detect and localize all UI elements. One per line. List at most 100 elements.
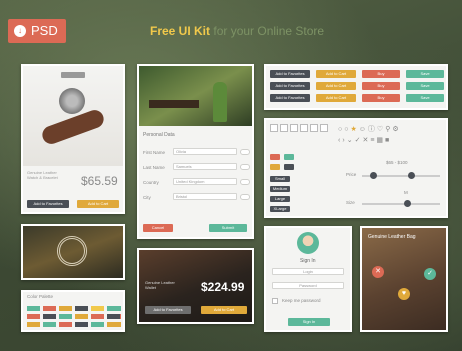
toggle[interactable]: [270, 154, 280, 160]
add-to-favorites-button[interactable]: Add to Favorites: [27, 200, 69, 208]
bag-title: Genuine Leather Bag: [368, 234, 416, 240]
bench-shape: [149, 100, 199, 108]
size-label: Size: [346, 200, 355, 205]
heart-icon[interactable]: ♡: [377, 126, 385, 133]
password-field[interactable]: Password: [272, 282, 344, 289]
price-slider-handle[interactable]: [408, 172, 415, 179]
first-name-field[interactable]: Olivia: [173, 148, 237, 155]
check-icon[interactable]: ✓: [424, 268, 436, 280]
country-check[interactable]: [240, 179, 250, 185]
wallet-caption: Genuine Leather Wallet: [145, 280, 175, 290]
checkbox[interactable]: [310, 124, 318, 132]
remember-checkbox[interactable]: [272, 298, 278, 304]
product-image: [23, 66, 123, 166]
city-label: City: [143, 195, 151, 200]
submit-button[interactable]: Submit: [209, 224, 247, 232]
swatch-row-1: [27, 306, 121, 311]
cart-button-2[interactable]: Add to Cart: [316, 82, 356, 90]
fingerprint-icon: [57, 236, 87, 266]
signin-card: Sign In Login Password Keep me password …: [264, 226, 352, 332]
title-rest: for your Online Store: [213, 24, 325, 38]
toggle[interactable]: [284, 164, 294, 170]
first-name-label: First Name: [143, 150, 166, 155]
wallet-price: $224.99: [201, 280, 245, 294]
stepper-large[interactable]: Large: [270, 196, 290, 202]
login-field[interactable]: Login: [272, 268, 344, 275]
stepper-small[interactable]: Small: [270, 176, 290, 182]
checkbox[interactable]: [300, 124, 308, 132]
signin-title: Sign In: [300, 258, 316, 264]
country-select[interactable]: United Kingdom: [173, 178, 237, 185]
price-range-value: $65 - $100: [386, 160, 408, 165]
bag-card: Genuine Leather Bag ✕ ♥ ✓: [360, 226, 448, 332]
buttons-card: Add to Favorites Add to Cart Buy Save Ad…: [264, 64, 448, 110]
favorites-button-3[interactable]: Add to Favorites: [270, 94, 310, 102]
remember-label: Keep me password: [282, 298, 321, 303]
city-select[interactable]: Bristol: [173, 193, 237, 200]
product-caption: Genuine Leather Watch & Bracelet: [27, 170, 58, 180]
heart-icon[interactable]: ♥: [398, 288, 410, 300]
star-icon[interactable]: ★: [350, 126, 358, 133]
wallet-favorites-button[interactable]: Add to Favorites: [145, 306, 191, 314]
first-name-check[interactable]: [240, 149, 250, 155]
size-slider-handle[interactable]: [404, 200, 411, 207]
cancel-button[interactable]: Cancel: [143, 224, 173, 232]
country-label: Country: [143, 180, 159, 185]
add-to-cart-button[interactable]: Add to Cart: [77, 200, 119, 208]
toggle[interactable]: [270, 164, 280, 170]
avatar: [297, 232, 319, 254]
wallet-cart-button[interactable]: Add to Cart: [201, 306, 247, 314]
color-palette-card: Color Palette: [21, 290, 125, 332]
save-button-2[interactable]: Save: [406, 82, 444, 90]
save-button-1[interactable]: Save: [406, 70, 444, 78]
grid-icon[interactable]: ▦: [376, 137, 385, 144]
settings-icon[interactable]: ⚙: [392, 126, 400, 133]
wallet-card: Genuine Leather Wallet $224.99 Add to Fa…: [137, 248, 254, 324]
fingerprint-photo: [23, 226, 123, 278]
stepper-xlarge[interactable]: XLarge: [270, 206, 290, 212]
psd-badge: ↓ PSD: [8, 19, 66, 43]
favorites-button-1[interactable]: Add to Favorites: [270, 70, 310, 78]
radio-icon[interactable]: ○○: [338, 126, 350, 133]
size-value: M: [404, 190, 408, 195]
watch-image: [59, 88, 85, 114]
last-name-field[interactable]: Samuels: [173, 163, 237, 170]
person-figure: [213, 82, 227, 122]
checkbox[interactable]: [290, 124, 298, 132]
square-icon[interactable]: ■: [385, 137, 391, 144]
page-title: Free UI Kit for your Online Store: [150, 24, 324, 38]
checkbox[interactable]: [280, 124, 288, 132]
title-strong: Free UI Kit: [150, 24, 211, 38]
stepper-medium[interactable]: Medium: [270, 186, 290, 192]
color-palette-title: Color Palette: [27, 294, 54, 299]
brand-logo: [61, 72, 85, 78]
buy-button-1[interactable]: Buy: [362, 70, 400, 78]
chevron-icon[interactable]: ⌄: [347, 137, 355, 144]
info-icon[interactable]: ⓘ: [368, 126, 377, 133]
download-icon: ↓: [14, 25, 26, 37]
buy-button-2[interactable]: Buy: [362, 82, 400, 90]
product-card: Genuine Leather Watch & Bracelet $65.59 …: [21, 64, 125, 214]
last-name-check[interactable]: [240, 164, 250, 170]
size-slider-track[interactable]: [362, 203, 440, 205]
favorites-button-2[interactable]: Add to Favorites: [270, 82, 310, 90]
price-slider-handle[interactable]: [370, 172, 377, 179]
save-button-3[interactable]: Save: [406, 94, 444, 102]
swatch-row-3: [27, 322, 121, 327]
user-icon[interactable]: ☺: [359, 126, 368, 133]
product-price: $65.59: [81, 174, 118, 188]
price-label: Price: [346, 172, 357, 177]
toggle[interactable]: [284, 154, 294, 160]
arrow-row: ‹›⌄✓✕≡▦■: [338, 136, 391, 144]
bag-photo: [362, 228, 446, 330]
cart-button-3[interactable]: Add to Cart: [316, 94, 356, 102]
controls-card: ○○★☺ⓘ♡⚲⚙ ‹›⌄✓✕≡▦■ Small Medium Large XLa…: [264, 118, 448, 218]
city-check[interactable]: [240, 194, 250, 200]
last-name-label: Last Name: [143, 165, 165, 170]
checkbox[interactable]: [320, 124, 328, 132]
cart-button-1[interactable]: Add to Cart: [316, 70, 356, 78]
buy-button-3[interactable]: Buy: [362, 94, 400, 102]
close-icon[interactable]: ✕: [372, 266, 384, 278]
signin-button[interactable]: Sign In: [288, 318, 330, 326]
checkbox[interactable]: [270, 124, 278, 132]
